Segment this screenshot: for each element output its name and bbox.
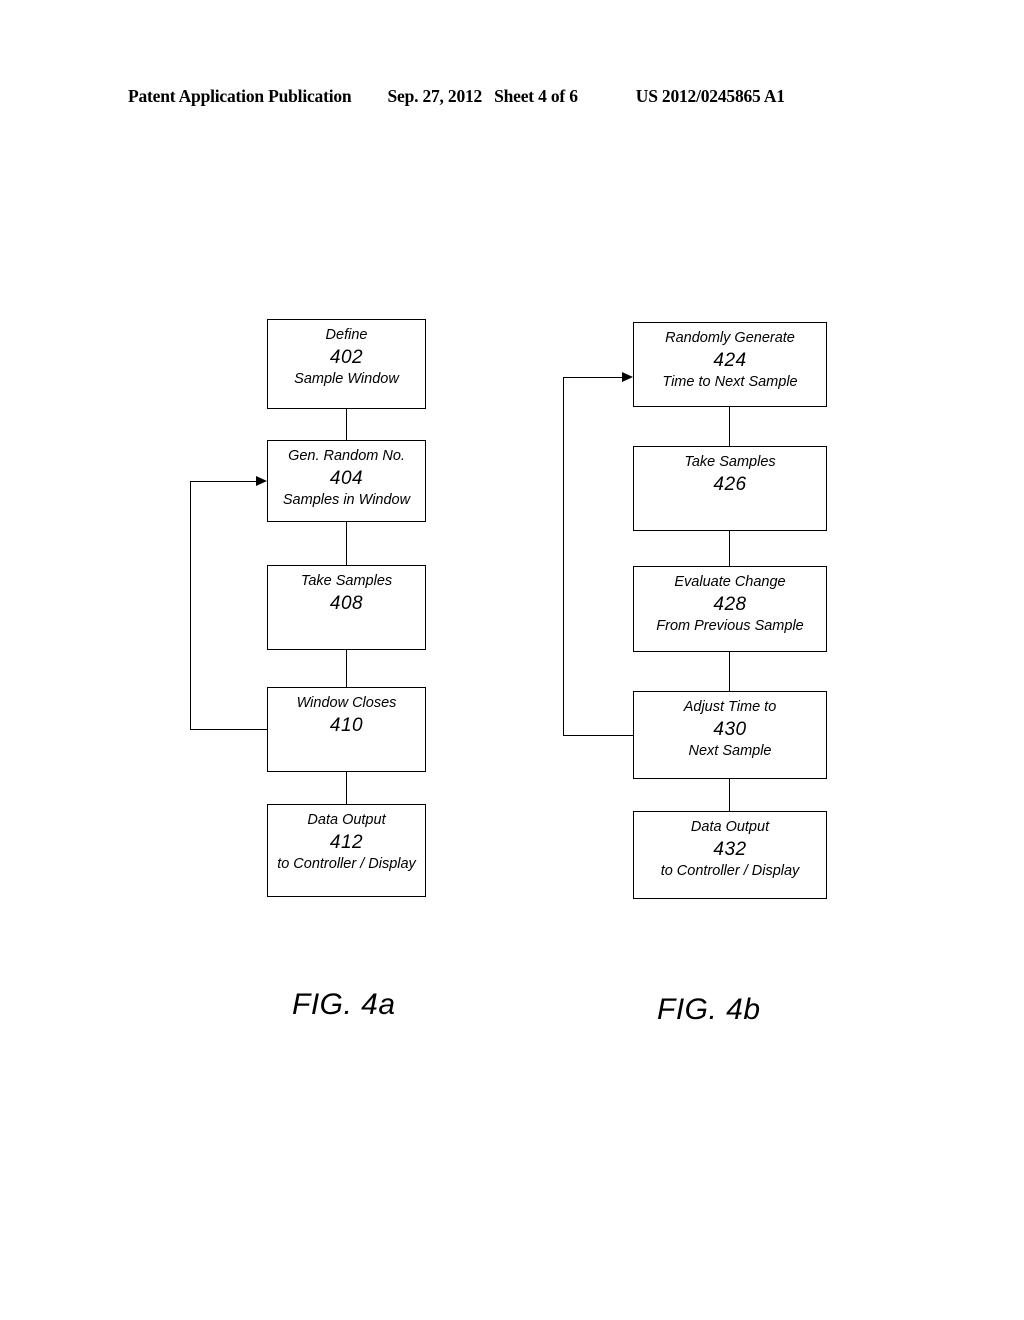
flow-box-402-number: 402	[329, 346, 364, 368]
flow-box-428-number: 428	[713, 593, 747, 615]
flow-box-432: Data Output 432 to Controller / Display	[633, 811, 827, 899]
connector-402-to-404	[346, 409, 347, 440]
flow-box-426-number: 426	[713, 473, 747, 495]
flow-box-410: Window Closes 410	[267, 687, 426, 772]
flow-box-402: Define 402 Sample Window	[267, 319, 426, 409]
connector-430-to-432	[729, 779, 730, 811]
flow-box-408: Take Samples 408	[267, 565, 426, 650]
connector-404-to-408	[346, 522, 347, 565]
feedback-430-to-424-segment-bottom	[563, 735, 634, 736]
connector-410-to-412	[346, 772, 347, 804]
flow-box-402-line1: Define	[325, 327, 368, 343]
flow-box-428: Evaluate Change 428 From Previous Sample	[633, 566, 827, 652]
connector-426-to-428	[729, 531, 730, 566]
flow-box-424-number: 424	[713, 349, 747, 371]
figure-area: Define 402 Sample Window Gen. Random No.…	[0, 0, 1024, 1320]
feedback-430-to-424-segment-left	[563, 377, 564, 736]
feedback-430-to-424-segment-top	[563, 377, 624, 378]
flow-box-430: Adjust Time to 430 Next Sample	[633, 691, 827, 779]
flow-box-412: Data Output 412 to Controller / Display	[267, 804, 426, 897]
flow-box-410-number: 410	[329, 714, 364, 736]
flow-box-408-number: 408	[329, 592, 364, 614]
flow-box-404: Gen. Random No. 404 Samples in Window	[267, 440, 426, 522]
flow-box-404-number: 404	[329, 467, 364, 489]
flow-box-404-line1: Gen. Random No.	[288, 448, 405, 464]
flow-box-428-line1: Evaluate Change	[674, 574, 786, 590]
flow-box-404-line3: Samples in Window	[282, 492, 411, 509]
flow-box-432-line1: Data Output	[690, 819, 770, 835]
connector-424-to-426	[729, 407, 730, 446]
feedback-410-to-404-segment-left	[190, 481, 191, 730]
flow-box-432-line3: to Controller / Display	[660, 863, 800, 880]
flow-box-424-line1: Randomly Generate	[665, 330, 795, 346]
flow-box-412-line1: Data Output	[307, 812, 386, 828]
flow-box-426-line1: Take Samples	[684, 454, 776, 470]
feedback-410-to-404-segment-top	[190, 481, 258, 482]
flow-box-432-number: 432	[713, 838, 747, 860]
flow-box-430-line1: Adjust Time to	[683, 699, 777, 715]
figure-caption-4a: FIG. 4a	[292, 988, 396, 1021]
flow-box-408-line1: Take Samples	[300, 573, 393, 589]
feedback-410-to-404-segment-bottom	[190, 729, 268, 730]
flow-box-430-number: 430	[713, 718, 747, 740]
flow-box-402-line3: Sample Window	[294, 371, 399, 388]
flow-box-428-line3: From Previous Sample	[656, 618, 804, 635]
flow-box-410-line1: Window Closes	[296, 695, 397, 711]
flow-box-412-line3: to Controller / Display	[277, 856, 416, 873]
flow-box-426: Take Samples 426	[633, 446, 827, 531]
feedback-430-to-424-arrowhead	[622, 372, 633, 382]
flow-box-412-number: 412	[329, 831, 364, 853]
feedback-410-to-404-arrowhead	[256, 476, 267, 486]
flow-box-430-line3: Next Sample	[688, 743, 772, 760]
connector-408-to-410	[346, 650, 347, 687]
flow-box-424-line3: Time to Next Sample	[662, 374, 798, 391]
flow-box-424: Randomly Generate 424 Time to Next Sampl…	[633, 322, 827, 407]
connector-428-to-430	[729, 652, 730, 691]
figure-caption-4b: FIG. 4b	[657, 993, 761, 1026]
